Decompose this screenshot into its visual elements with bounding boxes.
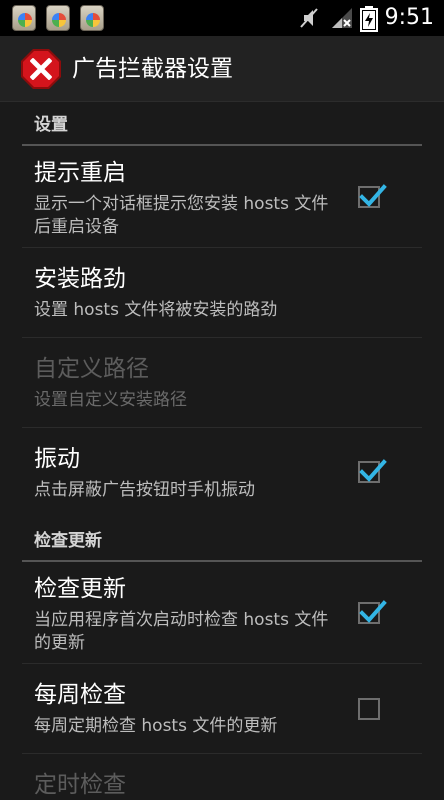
- pref-weekly-check-checkbox[interactable]: [358, 698, 380, 720]
- mute-icon: [300, 8, 318, 28]
- category-divider: [22, 144, 422, 146]
- app-notification-icon: [12, 5, 36, 31]
- pref-summary: 设置自定义安装路径: [34, 390, 187, 410]
- pref-install-path[interactable]: 安装路劲 设置 hosts 文件将被安装的路劲: [22, 248, 422, 338]
- status-time: 9:51: [384, 5, 434, 30]
- pref-custom-path: 自定义路径 设置自定义安装路径: [22, 338, 422, 428]
- pref-summary: 设置 hosts 文件将被安装的路劲: [34, 300, 278, 320]
- action-bar: 广告拦截器设置: [0, 36, 444, 102]
- pref-vibrate-checkbox[interactable]: [358, 459, 387, 483]
- app-notification-icon: [80, 5, 104, 31]
- category-divider: [22, 560, 422, 562]
- checkmark-icon: [359, 600, 387, 623]
- pref-prompt-reboot-checkbox[interactable]: [358, 184, 387, 208]
- pref-check-update[interactable]: 检查更新 当应用程序首次启动时检查 hosts 文件的更新: [22, 564, 422, 664]
- pref-title: 提示重启: [34, 160, 126, 186]
- page-title: 广告拦截器设置: [72, 56, 233, 82]
- pref-summary: 当应用程序首次启动时检查 hosts 文件的更新: [34, 610, 329, 653]
- pref-weekly-check[interactable]: 每周检查 每周定期检查 hosts 文件的更新: [22, 664, 422, 754]
- stop-x-icon[interactable]: [20, 48, 62, 90]
- checkmark-icon: [359, 184, 387, 207]
- category-label: 检查更新: [34, 531, 102, 551]
- pref-title: 定时检查: [34, 772, 126, 798]
- pref-title: 自定义路径: [34, 356, 149, 382]
- category-check-update: 检查更新: [22, 518, 422, 564]
- checkmark-icon: [359, 459, 387, 482]
- pref-title: 检查更新: [34, 576, 126, 602]
- pref-title: 每周检查: [34, 682, 126, 708]
- signal-icon: [332, 8, 352, 28]
- pref-prompt-reboot[interactable]: 提示重启 显示一个对话框提示您安装 hosts 文件后重启设备: [22, 148, 422, 248]
- pref-check-update-checkbox[interactable]: [358, 600, 387, 624]
- preference-list: 设置 提示重启 显示一个对话框提示您安装 hosts 文件后重启设备 安装路劲 …: [0, 102, 444, 800]
- battery-icon: [360, 6, 378, 32]
- pref-vibrate[interactable]: 振动 点击屏蔽广告按钮时手机振动: [22, 428, 422, 518]
- app-notification-icon: [46, 5, 70, 31]
- pref-summary: 每周定期检查 hosts 文件的更新: [34, 716, 278, 736]
- category-settings: 设置: [22, 102, 422, 148]
- pref-title: 安装路劲: [34, 266, 126, 292]
- category-label: 设置: [34, 115, 68, 135]
- pref-summary: 显示一个对话框提示您安装 hosts 文件后重启设备: [34, 194, 329, 237]
- status-bar: 9:51: [0, 0, 444, 36]
- pref-title: 振动: [34, 446, 80, 472]
- pref-scheduled-check: 定时检查: [22, 754, 422, 800]
- pref-summary: 点击屏蔽广告按钮时手机振动: [34, 480, 255, 500]
